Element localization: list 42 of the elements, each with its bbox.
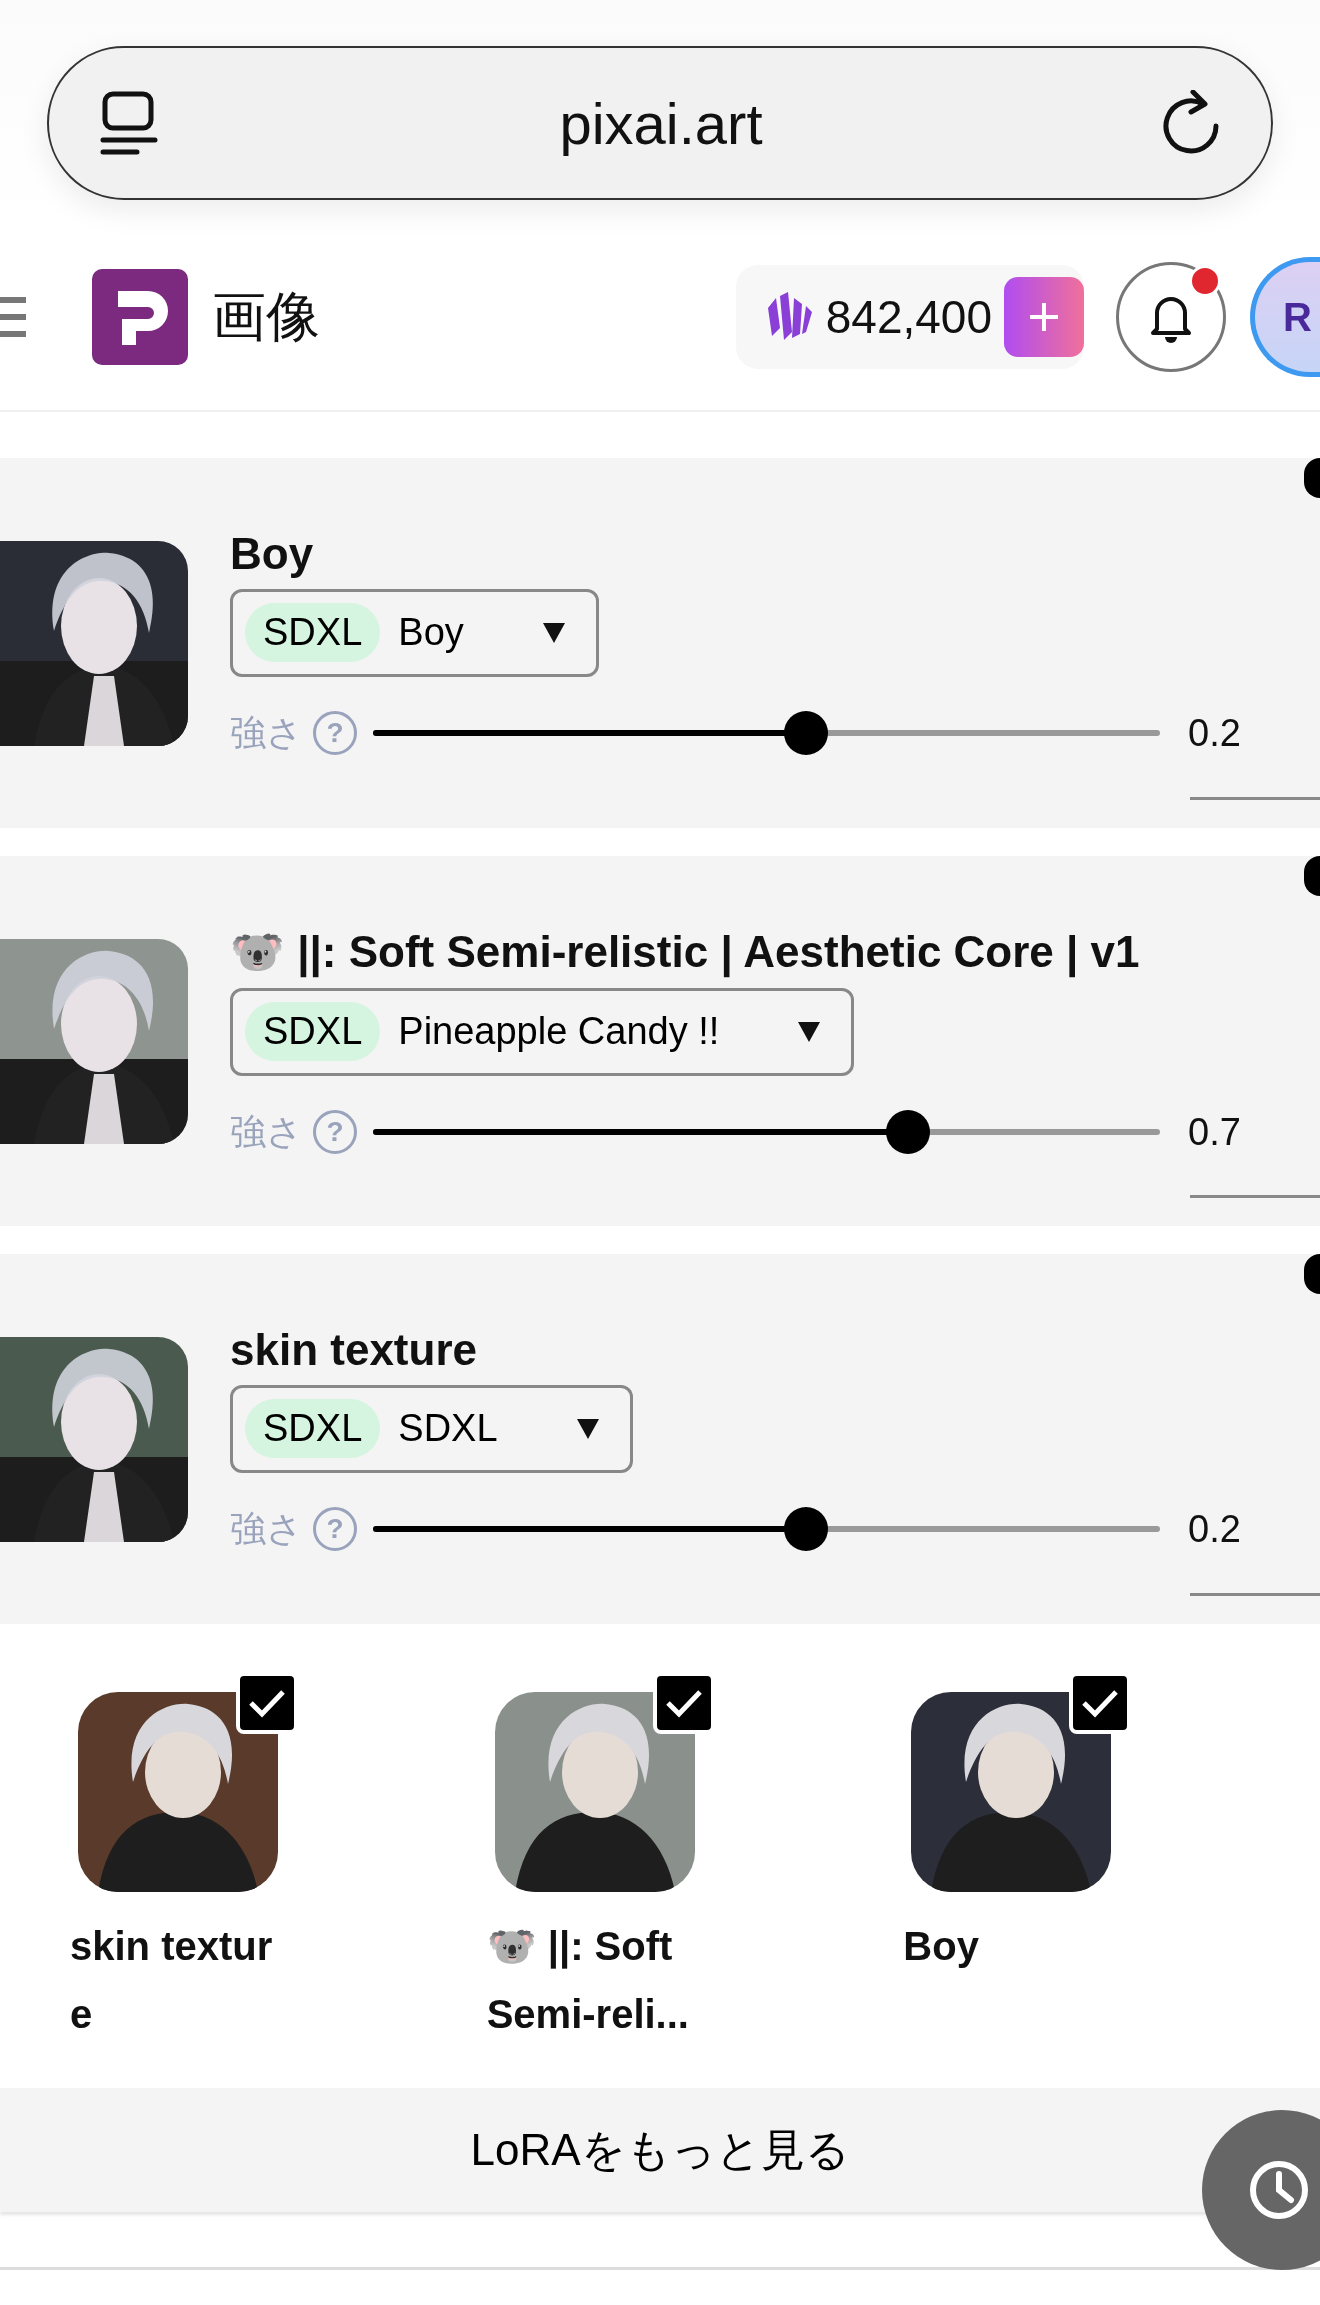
logo-icon[interactable] [92,269,188,365]
lora-name: Boy [903,1923,980,1970]
strength-value: 0.2 [1188,711,1241,755]
credit-amount: 842,400 [825,290,992,344]
page-title: 画像 [212,284,320,348]
version-dropdown[interactable]: SDXL SDXL [230,1384,633,1473]
remove-handle[interactable] [1304,856,1320,896]
address-bar[interactable]: pixai.art [47,46,1273,200]
version-text: Pineapple Candy !! [398,1010,720,1053]
lora-title: Boy [230,528,315,579]
version-text: Boy [398,611,464,654]
caret-icon [797,1020,822,1043]
caret-icon [541,621,566,644]
tabs-icon[interactable] [99,90,159,156]
model-tag: SDXL [245,603,381,662]
more-lora-button[interactable]: LoRAをもっと見る [0,2088,1320,2212]
lora-title: skin texture [230,1324,478,1375]
user-avatar[interactable]: R [1250,257,1320,377]
version-dropdown[interactable]: SDXL Pineapple Candy !! [230,987,855,1076]
url-text: pixai.art [559,89,763,157]
lora-name: skin texture [70,1923,274,2038]
strength-value: 0.2 [1188,1507,1241,1551]
lora-title: 🐨 ||: Soft Semi-relistic | Aesthetic Core | v1 [230,925,1141,978]
reload-icon[interactable] [1163,90,1221,156]
model-tag: SDXL [245,1399,381,1458]
strength-slider[interactable] [373,711,1160,755]
remove-handle[interactable] [1304,458,1320,498]
strength-label: 強さ [230,710,303,755]
model-tag: SDXL [245,1002,381,1061]
strength-label: 強さ [230,1506,303,1551]
strength-slider[interactable] [373,1507,1160,1551]
remove-handle[interactable] [1304,1254,1320,1294]
lora-name: 🐨 ||: Soft Semi-reli... [486,1923,690,2038]
version-text: SDXL [398,1407,498,1450]
strength-slider[interactable] [373,1110,1160,1154]
add-credits-button[interactable] [1004,277,1084,357]
caret-icon [575,1417,600,1440]
menu-icon[interactable] [0,295,28,339]
strength-value: 0.7 [1188,1110,1241,1154]
clock-icon [1247,2158,1311,2222]
strength-label: 強さ [230,1109,303,1154]
version-dropdown[interactable]: SDXL Boy [230,588,599,677]
